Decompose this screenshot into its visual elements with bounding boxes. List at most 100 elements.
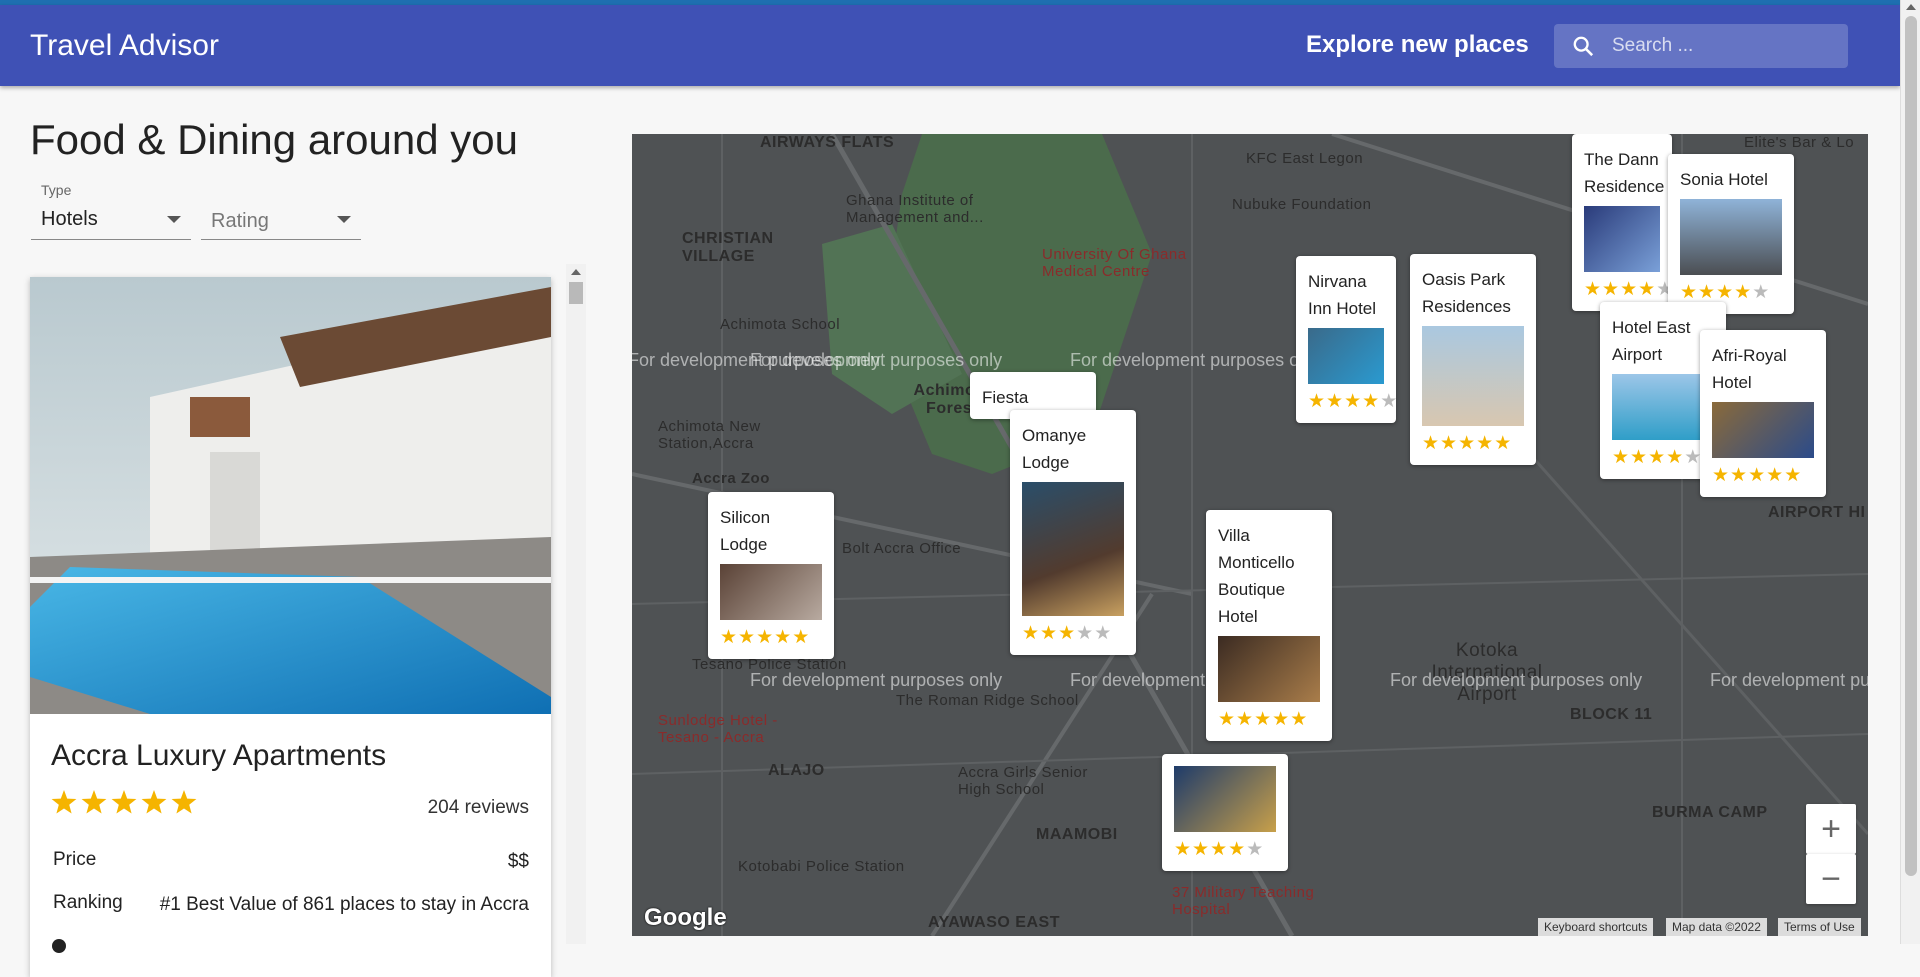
marker-name: The Dann Residence bbox=[1584, 150, 1665, 196]
search-box[interactable] bbox=[1554, 24, 1848, 68]
award-icon bbox=[52, 939, 66, 953]
map-marker-card[interactable]: The Dann Residence ★★★★★ bbox=[1572, 134, 1675, 311]
star-icon bbox=[51, 790, 77, 814]
marker-stars: ★★★★★ bbox=[1712, 465, 1803, 486]
marker-photo bbox=[1422, 326, 1524, 426]
map-marker-card[interactable]: Silicon Lodge ★★★★★ bbox=[708, 492, 834, 659]
star-icon bbox=[81, 790, 107, 814]
map-label: The Roman Ridge School bbox=[896, 692, 1079, 709]
map-marker-card[interactable]: Sonia Hotel ★★★★★ bbox=[1668, 154, 1794, 314]
search-input[interactable] bbox=[1612, 32, 1832, 60]
map-label: Accra Girls Senior High School bbox=[958, 764, 1088, 798]
marker-name: Sonia Hotel bbox=[1680, 170, 1768, 189]
page-title: Food & Dining around you bbox=[30, 116, 518, 163]
type-select[interactable]: Type Hotels bbox=[31, 180, 191, 240]
map-label: Nubuke Foundation bbox=[1232, 196, 1372, 213]
explore-heading: Explore new places bbox=[1306, 31, 1529, 58]
review-count: 204 reviews bbox=[427, 797, 529, 818]
marker-stars: ★★★★★ bbox=[1584, 279, 1675, 300]
marker-photo bbox=[1174, 766, 1276, 832]
map-label: BLOCK 11 bbox=[1570, 706, 1653, 723]
map-marker-card[interactable]: Omanye Lodge ★★★★★ bbox=[1010, 410, 1136, 655]
map-marker-card[interactable]: Villa Monticello Boutique Hotel ★★★★★ bbox=[1206, 510, 1332, 741]
map-label: AYAWASO EAST bbox=[928, 914, 1060, 931]
map-label: Elite's Bar & Lo bbox=[1744, 134, 1855, 151]
price-label: Price bbox=[53, 849, 97, 870]
map-marker-card[interactable]: Afri-Royal Hotel ★★★★★ bbox=[1700, 330, 1826, 497]
marker-stars: ★★★★★ bbox=[1022, 623, 1113, 644]
map-watermark: For development purposes only bbox=[750, 670, 1003, 690]
marker-name: Afri-Royal Hotel bbox=[1712, 346, 1787, 392]
type-label: Type bbox=[41, 182, 72, 198]
map-label: Kotobabi Police Station bbox=[738, 858, 905, 875]
map-marker-card[interactable]: Nirvana Inn Hotel ★★★★★ bbox=[1296, 256, 1399, 423]
map-marker-card[interactable]: Oasis Park Residences ★★★★★ bbox=[1410, 254, 1536, 465]
star-icon bbox=[141, 790, 167, 814]
marker-name: Silicon Lodge bbox=[720, 508, 771, 554]
star-icon bbox=[171, 790, 197, 814]
map[interactable]: AIRWAYS FLATS Ghana Institute of Managem… bbox=[632, 134, 1868, 936]
marker-stars: ★★★★★ bbox=[1422, 433, 1513, 454]
type-value: Hotels bbox=[41, 208, 98, 230]
marker-photo bbox=[1584, 206, 1660, 272]
map-label: Ghana Institute of Management and... bbox=[846, 192, 984, 226]
marker-photo bbox=[1022, 482, 1124, 616]
price-value: $$ bbox=[507, 851, 529, 872]
minus-icon: − bbox=[1821, 860, 1841, 898]
place-name: Accra Luxury Apartments bbox=[51, 739, 387, 772]
marker-photo bbox=[1712, 402, 1814, 458]
marker-stars: ★★★★★ bbox=[1308, 391, 1399, 412]
map-label: Achimota New Station,Accra bbox=[658, 418, 761, 452]
map-label: Accra Zoo bbox=[692, 470, 770, 487]
map-watermark: For development purposes only bbox=[1390, 670, 1643, 690]
marker-name: Omanye Lodge bbox=[1022, 426, 1087, 472]
map-label: Sunlodge Hotel - Tesano - Accra bbox=[658, 712, 778, 746]
map-label: MAAMOBI bbox=[1036, 826, 1118, 843]
place-card[interactable]: Accra Luxury Apartments 204 reviews Pric… bbox=[30, 277, 551, 977]
place-photo bbox=[30, 277, 551, 714]
map-marker-card[interactable]: ★★★★★ bbox=[1162, 754, 1288, 871]
google-logo: Google bbox=[644, 904, 727, 931]
marker-name: Oasis Park Residences bbox=[1422, 270, 1511, 316]
map-label: 37 Military Teaching Hospital bbox=[1172, 884, 1315, 918]
map-label: AIRWAYS FLATS bbox=[760, 134, 895, 151]
marker-stars: ★★★★★ bbox=[1174, 839, 1265, 860]
map-label: CHRISTIAN VILLAGE bbox=[682, 230, 774, 265]
keyboard-shortcuts-link[interactable]: Keyboard shortcuts bbox=[1538, 918, 1654, 936]
map-watermark: For development purposes only bbox=[750, 350, 1003, 370]
map-label: Bolt Accra Office bbox=[842, 540, 962, 557]
rating-select[interactable]: Rating bbox=[201, 180, 361, 240]
zoom-in-button[interactable]: + bbox=[1806, 804, 1856, 854]
rating-placeholder: Rating bbox=[211, 210, 269, 232]
map-watermark: For development purposes only bbox=[1070, 350, 1323, 370]
zoom-out-button[interactable]: − bbox=[1806, 854, 1856, 904]
map-label: Achimota School bbox=[720, 316, 841, 333]
map-label: ALAJO bbox=[768, 762, 825, 779]
app-bar: Travel Advisor Explore new places bbox=[0, 5, 1900, 86]
marker-stars: ★★★★★ bbox=[1612, 447, 1703, 468]
marker-photo bbox=[1308, 328, 1384, 384]
marker-stars: ★★★★★ bbox=[1218, 709, 1309, 730]
ranking-value: #1 Best Value of 861 places to stay in A… bbox=[159, 894, 529, 915]
map-label: KFC East Legon bbox=[1246, 150, 1364, 167]
marker-name: Hotel East Airport bbox=[1612, 318, 1691, 364]
marker-name: Fiesta bbox=[982, 388, 1029, 407]
plus-icon: + bbox=[1821, 810, 1841, 848]
marker-name: Villa Monticello Boutique Hotel bbox=[1218, 526, 1295, 626]
marker-stars: ★★★★★ bbox=[720, 627, 811, 648]
marker-name: Nirvana Inn Hotel bbox=[1308, 272, 1377, 318]
rating-stars bbox=[50, 789, 200, 822]
marker-photo bbox=[1612, 374, 1714, 440]
list-scrollbar[interactable] bbox=[566, 264, 586, 944]
marker-photo bbox=[1680, 199, 1782, 275]
map-label: BURMA CAMP bbox=[1652, 804, 1768, 821]
ranking-label: Ranking bbox=[53, 892, 123, 913]
chevron-down-icon bbox=[167, 216, 181, 223]
map-data-label: Map data ©2022 bbox=[1666, 918, 1767, 936]
page-scrollbar[interactable] bbox=[1900, 0, 1920, 944]
marker-photo bbox=[1218, 636, 1320, 702]
map-label: University Of Ghana Medical Centre bbox=[1042, 246, 1187, 280]
map-label: AIRPORT HI bbox=[1768, 504, 1866, 521]
chevron-down-icon bbox=[337, 216, 351, 223]
terms-link[interactable]: Terms of Use bbox=[1778, 918, 1861, 936]
